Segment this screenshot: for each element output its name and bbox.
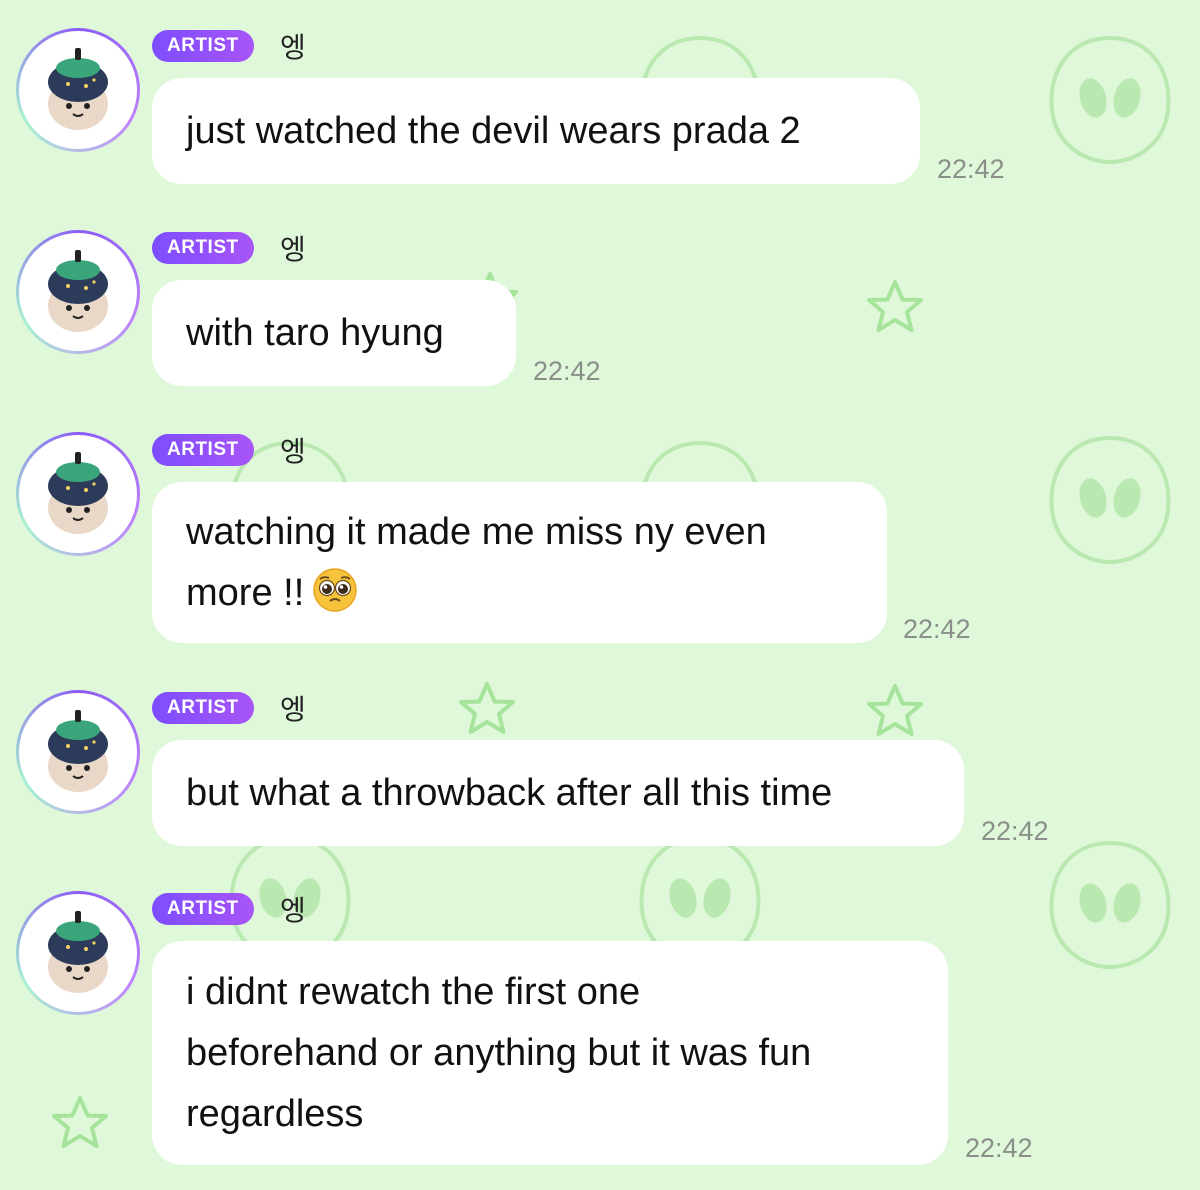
artist-badge: ARTIST xyxy=(152,30,254,62)
alien-face-icon xyxy=(1049,436,1171,564)
message-text: but what a throwback after all this time xyxy=(186,771,833,814)
avatar-plush-icon xyxy=(47,47,109,131)
sender-name: 엥 xyxy=(280,894,306,927)
avatar-plush-icon xyxy=(47,910,109,994)
message-text: just watched the devil wears prada 2 xyxy=(186,109,801,152)
star-outline-icon xyxy=(459,682,515,734)
message-time: 22:42 xyxy=(965,1133,1033,1163)
avatar-plush-icon xyxy=(47,451,109,535)
message-text-line: i didnt rewatch the first one xyxy=(186,970,641,1013)
artist-avatar[interactable] xyxy=(16,432,140,556)
message-time: 22:42 xyxy=(533,356,601,386)
avatar-plush-icon xyxy=(47,249,109,333)
message-bubble[interactable]: with taro hyung xyxy=(152,280,516,386)
artist-avatar[interactable] xyxy=(16,28,140,152)
sender-name: 엥 xyxy=(280,31,306,64)
artist-avatar[interactable] xyxy=(16,891,140,1015)
artist-avatar[interactable] xyxy=(16,230,140,354)
artist-avatar[interactable] xyxy=(16,690,140,814)
artist-badge: ARTIST xyxy=(152,893,254,925)
message-text: with taro hyung xyxy=(186,311,444,354)
message-bubble[interactable]: i didnt rewatch the first one beforehand… xyxy=(152,941,948,1165)
message-text-line: more !! xyxy=(186,571,305,614)
star-outline-icon xyxy=(867,280,923,332)
message-text-line: regardless xyxy=(186,1092,364,1135)
message-text-line: beforehand or anything but it was fun xyxy=(186,1031,812,1074)
message-time: 22:42 xyxy=(937,154,1005,184)
alien-face-icon xyxy=(1049,841,1171,969)
message-time: 22:42 xyxy=(903,614,971,644)
message-bubble[interactable]: watching it made me miss ny even more !! xyxy=(152,482,887,643)
sender-name: 엥 xyxy=(280,693,306,726)
star-outline-icon xyxy=(52,1096,108,1148)
alien-face-icon xyxy=(1049,36,1171,164)
avatar-plush-icon xyxy=(47,709,109,793)
message-time: 22:42 xyxy=(981,816,1049,846)
artist-badge: ARTIST xyxy=(152,692,254,724)
pleading-face-emoji xyxy=(313,567,357,612)
message-text-line: watching it made me miss ny even xyxy=(186,510,767,553)
sender-name: 엥 xyxy=(280,435,306,468)
artist-badge: ARTIST xyxy=(152,434,254,466)
artist-badge: ARTIST xyxy=(152,232,254,264)
star-outline-icon xyxy=(867,684,923,736)
message-bubble[interactable]: but what a throwback after all this time xyxy=(152,740,964,846)
message-bubble[interactable]: just watched the devil wears prada 2 xyxy=(152,78,920,184)
sender-name: 엥 xyxy=(280,233,306,266)
